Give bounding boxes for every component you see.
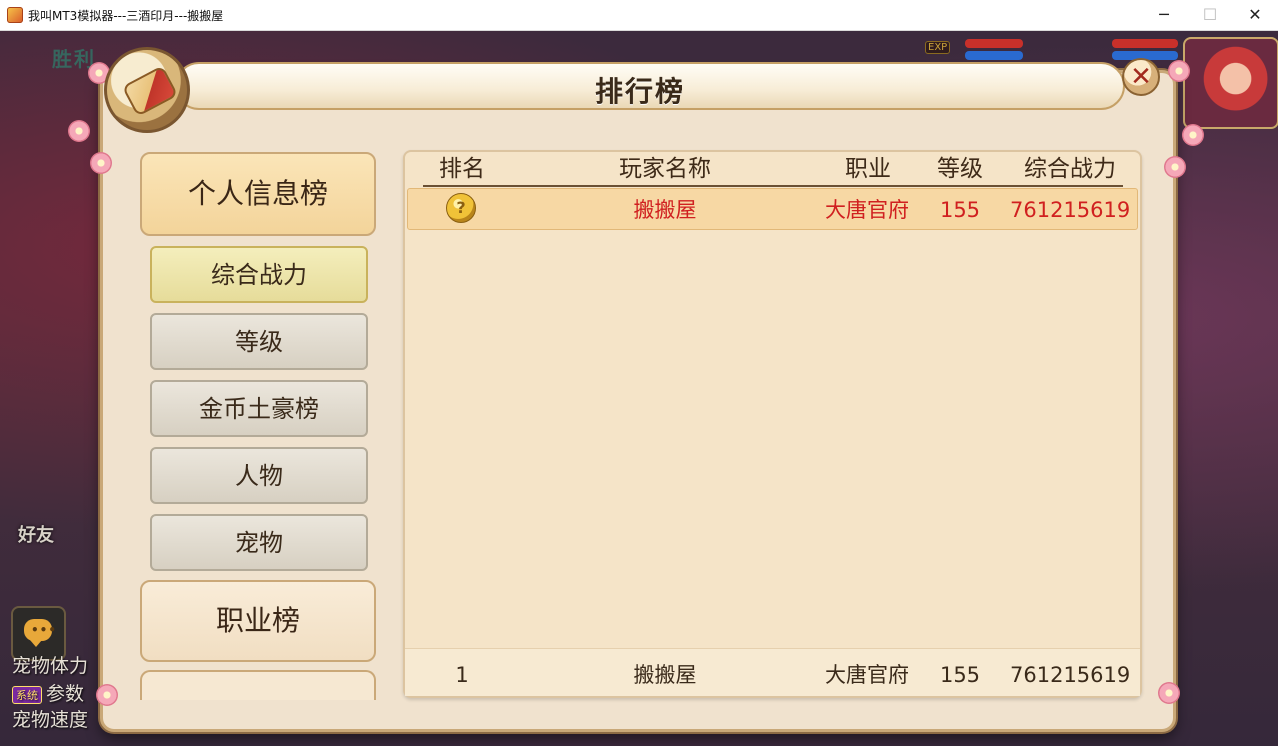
- chat-bubble-icon: •••: [24, 619, 56, 647]
- row-class: 大唐官府: [825, 198, 909, 222]
- system-badge: 系统: [12, 685, 42, 704]
- column-header-rank: 排名: [439, 156, 485, 182]
- exp-label: EXP: [925, 41, 951, 54]
- category-next-partial[interactable]: [140, 670, 376, 700]
- subtab-level[interactable]: 等级: [150, 313, 368, 370]
- scroll-icon: [121, 65, 179, 117]
- app-icon: [7, 7, 23, 23]
- chat-line: 宠物体力: [12, 655, 89, 677]
- flower-decoration: [1164, 156, 1186, 178]
- self-level: 155: [939, 663, 981, 687]
- column-header-level: 等级: [937, 156, 983, 182]
- self-rank: 1: [455, 663, 469, 687]
- flower-decoration: [1168, 60, 1190, 82]
- column-header-player-name: 玩家名称: [619, 156, 711, 182]
- category-personal-info[interactable]: 个人信息榜: [140, 152, 376, 236]
- flower-decoration: [1182, 124, 1204, 146]
- column-header-combat-power: 综合战力: [1024, 156, 1116, 182]
- self-class: 大唐官府: [825, 663, 909, 687]
- flower-decoration: [1158, 682, 1180, 704]
- panel-title: 排行榜: [594, 75, 685, 108]
- column-header-class: 职业: [845, 156, 891, 182]
- flower-decoration: [68, 120, 90, 142]
- subtab-gold-rich[interactable]: 金币土豪榜: [150, 380, 368, 437]
- flower-decoration: [96, 684, 118, 706]
- row-level: 155: [939, 198, 981, 222]
- subtab-pet[interactable]: 宠物: [150, 514, 368, 571]
- close-panel-button[interactable]: ✕: [1122, 58, 1160, 96]
- ranking-table: [403, 150, 1142, 698]
- scroll-emblem: [104, 47, 190, 133]
- row-player-name: 搬搬屋: [633, 198, 697, 222]
- self-player-name: 搬搬屋: [633, 663, 697, 687]
- gold-medal-icon: ?: [446, 193, 476, 223]
- pet-hp-bar: [1112, 39, 1178, 48]
- hp-bar: [965, 39, 1023, 48]
- player-portrait[interactable]: [1183, 37, 1278, 129]
- row-combat-power: 761215619: [1010, 198, 1131, 222]
- window-title-bar: 我叫MT3模拟器---三酒印月---搬搬屋 ─ ☐ ✕: [0, 0, 1278, 31]
- flower-decoration: [90, 152, 112, 174]
- chat-line: 宠物速度: [12, 709, 89, 731]
- chat-line: 系统 参数: [12, 679, 84, 706]
- mp-bar: [965, 51, 1023, 60]
- minimize-button[interactable]: ─: [1141, 0, 1187, 30]
- subtab-character[interactable]: 人物: [150, 447, 368, 504]
- close-window-button[interactable]: ✕: [1232, 0, 1278, 30]
- maximize-button[interactable]: ☐: [1187, 0, 1233, 30]
- subtab-combat-power[interactable]: 综合战力: [150, 246, 368, 303]
- window-title: 我叫MT3模拟器---三酒印月---搬搬屋: [28, 9, 224, 23]
- header-divider: [423, 185, 1123, 187]
- category-profession[interactable]: 职业榜: [140, 580, 376, 662]
- self-combat-power: 761215619: [1010, 663, 1131, 687]
- friends-button[interactable]: 好友: [18, 521, 54, 547]
